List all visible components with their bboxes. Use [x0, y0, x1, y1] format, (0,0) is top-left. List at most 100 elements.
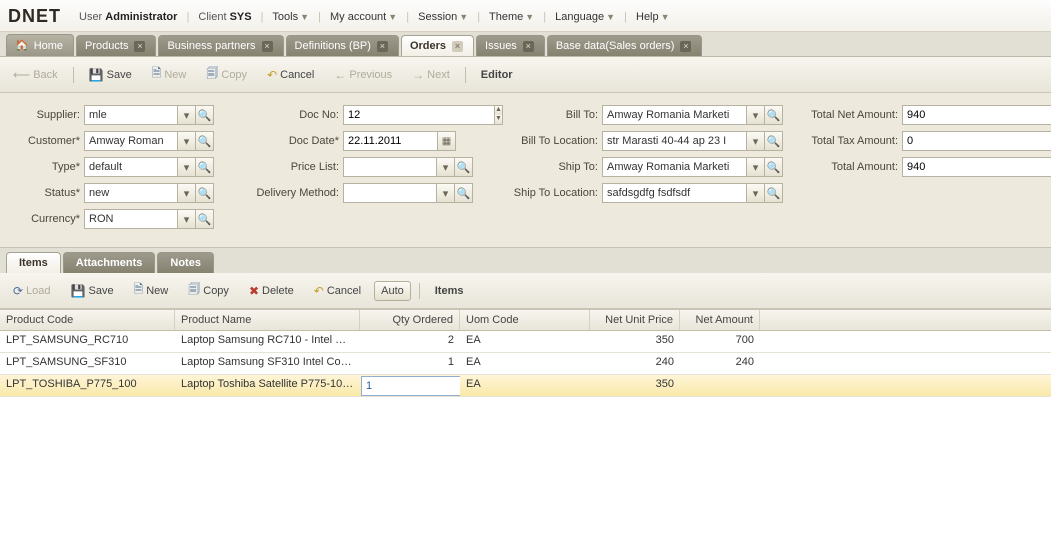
col-qty-ordered[interactable]: Qty Ordered [360, 310, 460, 330]
close-icon[interactable]: × [523, 41, 534, 52]
table-row[interactable]: LPT_TOSHIBA_P775_100 Laptop Toshiba Sate… [0, 375, 1051, 397]
menu-language[interactable]: Language [555, 11, 604, 23]
subtab-notes[interactable]: Notes [157, 252, 214, 273]
delete-button[interactable]: ✖Delete [242, 280, 301, 302]
docdate-input[interactable] [343, 131, 438, 151]
shipto-input[interactable] [602, 157, 747, 177]
search-icon[interactable]: 🔍 [765, 157, 783, 177]
docno-input[interactable] [343, 105, 495, 125]
tab-orders[interactable]: Orders× [401, 35, 474, 56]
copy-button[interactable]: 🗐Copy [199, 60, 254, 89]
pricelist-input[interactable] [343, 157, 437, 177]
close-icon[interactable]: × [377, 41, 388, 52]
chevron-down-icon[interactable]: ▾ [747, 183, 765, 203]
col-net-unit-price[interactable]: Net Unit Price [590, 310, 680, 330]
editor-label: Editor [474, 65, 520, 85]
chevron-down-icon[interactable]: ▾ [747, 157, 765, 177]
load-icon: ⟳ [13, 284, 23, 298]
totalnet-input[interactable] [902, 105, 1051, 125]
billtoloc-input[interactable] [602, 131, 747, 151]
subtab-items[interactable]: Items [6, 252, 61, 273]
chevron-down-icon[interactable]: ▾ [178, 183, 196, 203]
cancel-button[interactable]: ↶Cancel [260, 64, 321, 86]
logo: DNET [8, 6, 61, 27]
save-button[interactable]: 💾Save [64, 280, 121, 302]
search-icon[interactable]: 🔍 [765, 105, 783, 125]
type-input[interactable] [84, 157, 178, 177]
save-icon: 💾 [71, 284, 86, 298]
search-icon[interactable]: 🔍 [196, 183, 214, 203]
billto-input[interactable] [602, 105, 747, 125]
close-icon[interactable]: × [262, 41, 273, 52]
menu-tools[interactable]: Tools [272, 11, 298, 23]
close-icon[interactable]: × [134, 41, 145, 52]
menu-theme[interactable]: Theme [489, 11, 523, 23]
items-label: Items [428, 281, 471, 301]
col-uom-code[interactable]: Uom Code [460, 310, 590, 330]
new-button[interactable]: 🗎New [145, 60, 194, 89]
chevron-down-icon[interactable]: ▾ [178, 131, 196, 151]
shiptoloc-input[interactable] [602, 183, 747, 203]
delete-icon: ✖ [249, 284, 259, 298]
close-icon[interactable]: × [452, 41, 463, 52]
subtab-attachments[interactable]: Attachments [63, 252, 156, 273]
search-icon[interactable]: 🔍 [455, 157, 473, 177]
tab-base-data[interactable]: Base data(Sales orders)× [547, 35, 703, 56]
chevron-down-icon[interactable]: ▾ [747, 131, 765, 151]
search-icon[interactable]: 🔍 [196, 157, 214, 177]
load-button[interactable]: ⟳Load [6, 280, 58, 302]
tab-issues[interactable]: Issues× [476, 35, 545, 56]
order-form: Supplier:▾🔍 Customer*▾🔍 Type*▾🔍 Status*▾… [0, 93, 1051, 248]
menu-help[interactable]: Help [636, 11, 659, 23]
close-icon[interactable]: × [680, 41, 691, 52]
table-row[interactable]: LPT_SAMSUNG_RC710 Laptop Samsung RC710 -… [0, 331, 1051, 353]
auto-button[interactable]: Auto [374, 281, 411, 301]
col-product-code[interactable]: Product Code [0, 310, 175, 330]
search-icon[interactable]: 🔍 [455, 183, 473, 203]
totaltax-input[interactable] [902, 131, 1051, 151]
next-button[interactable]: →Next [405, 64, 457, 86]
search-icon[interactable]: 🔍 [196, 131, 214, 151]
status-input[interactable] [84, 183, 178, 203]
cancel-button[interactable]: ↶Cancel [307, 280, 368, 302]
subtabs: Items Attachments Notes [0, 248, 1051, 273]
next-icon: → [412, 68, 424, 82]
search-icon[interactable]: 🔍 [196, 209, 214, 229]
qty-editor[interactable]: ▲▼ [361, 376, 459, 396]
previous-button[interactable]: ←Previous [327, 64, 399, 86]
tab-business-partners[interactable]: Business partners× [158, 35, 283, 56]
col-net-amount[interactable]: Net Amount [680, 310, 760, 330]
tab-home[interactable]: 🏠Home [6, 34, 74, 56]
save-icon: 💾 [89, 68, 104, 82]
chevron-down-icon[interactable]: ▾ [437, 157, 455, 177]
prev-icon: ← [334, 68, 346, 82]
currency-input[interactable] [84, 209, 178, 229]
chevron-down-icon[interactable]: ▾ [178, 209, 196, 229]
copy-button[interactable]: 🗐Copy [181, 276, 236, 305]
search-icon[interactable]: 🔍 [765, 183, 783, 203]
save-button[interactable]: 💾Save [82, 64, 139, 86]
table-row[interactable]: LPT_SAMSUNG_SF310 Laptop Samsung SF310 I… [0, 353, 1051, 375]
back-button[interactable]: ⟵Back [6, 64, 65, 86]
totalamt-input[interactable] [902, 157, 1051, 177]
new-icon: 🗎 [152, 64, 162, 85]
chevron-down-icon[interactable]: ▾ [178, 157, 196, 177]
tab-definitions-bp[interactable]: Definitions (BP)× [286, 35, 399, 56]
calendar-icon[interactable]: ▦ [438, 131, 456, 151]
supplier-input[interactable] [84, 105, 178, 125]
search-icon[interactable]: 🔍 [765, 131, 783, 151]
menu-myaccount[interactable]: My account [330, 11, 386, 23]
col-product-name[interactable]: Product Name [175, 310, 360, 330]
qty-input[interactable] [361, 376, 460, 396]
customer-input[interactable] [84, 131, 178, 151]
new-button[interactable]: 🗎New [127, 276, 176, 305]
menu-session[interactable]: Session [418, 11, 457, 23]
chevron-down-icon[interactable]: ▾ [178, 105, 196, 125]
tab-products[interactable]: Products× [76, 35, 156, 56]
chevron-down-icon[interactable]: ▾ [747, 105, 765, 125]
cancel-icon: ↶ [314, 284, 324, 298]
items-grid: Product Code Product Name Qty Ordered Uo… [0, 309, 1051, 533]
search-icon[interactable]: 🔍 [196, 105, 214, 125]
delivmethod-input[interactable] [343, 183, 437, 203]
chevron-down-icon[interactable]: ▾ [437, 183, 455, 203]
